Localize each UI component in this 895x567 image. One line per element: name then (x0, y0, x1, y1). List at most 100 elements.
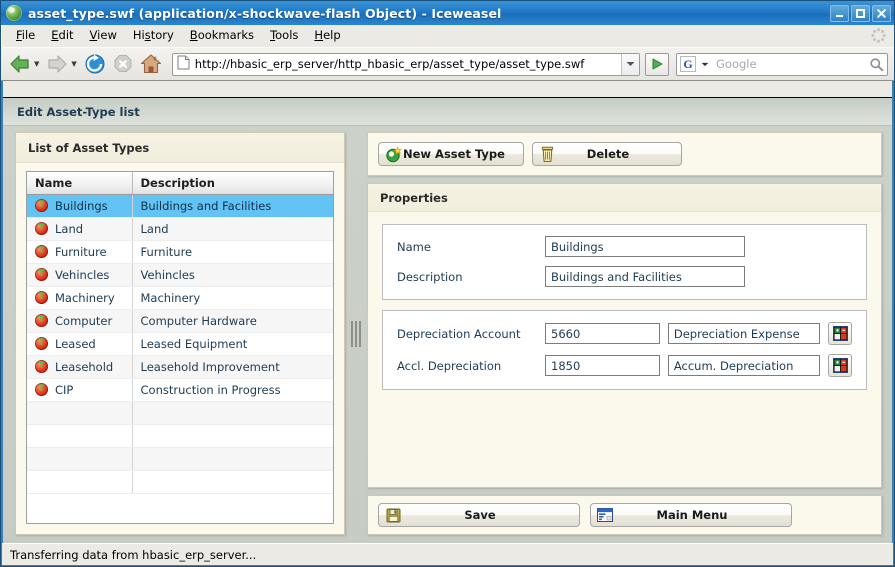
main-menu-label: Main Menu (656, 508, 728, 522)
list-panel-title: List of Asset Types (28, 140, 150, 155)
window-buttons (830, 4, 891, 22)
flash-application: Edit Asset-Type list List of Asset Types… (3, 98, 892, 543)
cell-description: Leased Equipment (132, 332, 333, 356)
asset-type-list-panel: List of Asset Types Name Description T B… (15, 132, 345, 535)
table-row[interactable]: Machinery Machinery (27, 286, 333, 310)
splitter-grip-icon[interactable] (351, 320, 361, 347)
forward-dropdown-icon[interactable]: ▼ (71, 60, 76, 68)
cell-name: Leasehold (27, 355, 133, 379)
table-row[interactable]: Vehincles Vehincles (27, 263, 333, 287)
menu-item-file[interactable]: File (8, 28, 43, 44)
asset-type-icon (35, 383, 48, 396)
asset-type-icon (35, 245, 48, 258)
menu-item-view[interactable]: View (82, 28, 125, 44)
table-row[interactable]: CIP Construction in Progress (27, 378, 333, 402)
depreciation-account-name-input[interactable]: Depreciation Expense (667, 323, 820, 344)
asset-type-icon (35, 222, 48, 235)
cell-name-text: Leasehold (55, 359, 114, 374)
close-icon[interactable] (872, 4, 891, 22)
cell-name: Land (27, 217, 133, 241)
forward-arrow-icon (48, 55, 67, 73)
menu-item-bookmarks[interactable]: Bookmarks (182, 28, 262, 44)
cell-name-text: Vehincles (55, 267, 110, 282)
table-row[interactable]: Land Land (27, 217, 333, 241)
table-row[interactable]: Computer Computer Hardware (27, 309, 333, 333)
depreciation-account-input[interactable]: 5660 (545, 323, 660, 344)
accl-depreciation-input[interactable]: 1850 (545, 355, 660, 376)
go-button[interactable] (645, 52, 669, 76)
cell-name: Computer (27, 309, 133, 333)
table-row-empty[interactable] (27, 401, 333, 425)
account-picker-icon (832, 358, 848, 373)
table-row-empty[interactable] (27, 424, 333, 448)
cell-name: Furniture (27, 240, 133, 264)
cell-name-text: Buildings (55, 198, 108, 213)
status-bar: Transferring data from hbasic_erp_server… (2, 543, 893, 565)
save-button[interactable]: Save (378, 503, 580, 527)
menu-item-edit[interactable]: Edit (43, 28, 81, 44)
depreciation-account-row: Depreciation Account 5660 Depreciation E… (397, 322, 852, 345)
asset-type-icon (35, 337, 48, 350)
accl-depreciation-name-input[interactable]: Accum. Depreciation (667, 355, 820, 376)
cell-empty (132, 447, 333, 471)
go-icon (652, 58, 663, 70)
delete-button[interactable]: Delete (532, 142, 682, 166)
stop-icon (114, 55, 132, 72)
back-button[interactable]: ▼ (7, 52, 42, 76)
accl-depreciation-row: Accl. Depreciation 1850 Accum. Depreciat… (397, 354, 852, 377)
description-row: Description Buildings and Facilities (397, 266, 852, 287)
table-row[interactable]: Furniture Furniture (27, 240, 333, 264)
home-button[interactable] (138, 52, 164, 76)
search-engine-dropdown-icon[interactable] (698, 54, 712, 75)
cell-empty (132, 401, 333, 425)
trash-icon (537, 146, 557, 163)
navigation-toolbar: ▼ ▼ http://hbasic_erp_server/http_hbasic… (1, 47, 894, 81)
description-input[interactable]: Buildings and Facilities (545, 266, 745, 287)
table-row[interactable]: Buildings Buildings and Facilities (27, 194, 333, 218)
name-input[interactable]: Buildings (545, 236, 745, 257)
cell-description: Furniture (132, 240, 333, 264)
cell-name: Vehincles (27, 263, 133, 287)
magnifier-icon[interactable] (865, 57, 887, 72)
google-logo-icon[interactable]: G (680, 56, 696, 72)
cell-name: Leased (27, 332, 133, 356)
cell-name: Buildings (27, 194, 133, 218)
new-asset-type-button[interactable]: New Asset Type (378, 142, 524, 166)
list-panel-header: List of Asset Types (16, 133, 344, 163)
search-bar[interactable]: G Google (676, 52, 888, 76)
cell-empty (27, 470, 133, 494)
asset-type-icon (35, 314, 48, 327)
details-column: New Asset Type Delete Properties Name Bu… (367, 132, 882, 535)
minimize-icon[interactable] (830, 4, 849, 22)
table-body: BuildingsBuildings and FacilitiesLandLan… (27, 194, 333, 494)
new-asset-type-label: New Asset Type (403, 147, 505, 161)
asset-type-grid[interactable]: Name Description Buildings Buildings and … (26, 171, 334, 524)
menu-item-tools[interactable]: Tools (262, 28, 306, 44)
table-row[interactable]: Leasehold Leasehold Improvement (27, 355, 333, 379)
address-bar[interactable]: http://hbasic_erp_server/http_hbasic_erp… (171, 52, 640, 76)
menu-item-history[interactable]: History (125, 28, 182, 44)
search-input[interactable]: Google (712, 57, 865, 71)
address-bar-text[interactable]: http://hbasic_erp_server/http_hbasic_erp… (195, 57, 621, 71)
accl-depreciation-picker-button[interactable] (828, 354, 852, 377)
menu-bar: File Edit View History Bookmarks Tools H… (1, 25, 894, 47)
menu-item-help[interactable]: Help (306, 28, 348, 44)
table-row-empty[interactable] (27, 470, 333, 494)
description-label: Description (397, 269, 463, 284)
back-dropdown-icon[interactable]: ▼ (34, 60, 39, 68)
depreciation-account-picker-button[interactable] (828, 322, 852, 345)
stop-button[interactable] (110, 52, 136, 76)
main-menu-button[interactable]: Main Menu (590, 503, 792, 527)
table-row[interactable]: Leased Leased Equipment (27, 332, 333, 356)
table-row-empty[interactable] (27, 447, 333, 471)
column-header-description[interactable]: Description (132, 172, 333, 195)
column-header-name[interactable]: Name (27, 172, 133, 195)
cell-empty (27, 447, 133, 471)
cell-description: Machinery (132, 286, 333, 310)
forward-button[interactable]: ▼ (44, 52, 79, 76)
reload-button[interactable] (82, 52, 108, 76)
address-dropdown-icon[interactable] (621, 53, 639, 75)
panel-splitter[interactable] (345, 132, 367, 535)
accounts-fieldset: Depreciation Account 5660 Depreciation E… (382, 310, 867, 390)
maximize-icon[interactable] (851, 4, 870, 22)
